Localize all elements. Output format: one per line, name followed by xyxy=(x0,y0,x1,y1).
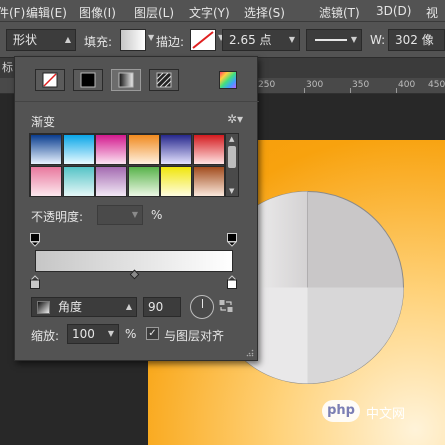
ruler-tick xyxy=(350,88,351,93)
shape-mode-label: 形状 xyxy=(13,33,38,47)
color-picker-icon[interactable] xyxy=(219,71,237,89)
checkmark-icon: ✓ xyxy=(148,328,157,339)
scroll-up-icon[interactable]: ▲ xyxy=(229,135,234,143)
menu-type[interactable]: 文字(Y) xyxy=(189,4,230,21)
gradient-icon xyxy=(118,72,134,88)
stroke-label: 描边: xyxy=(156,35,185,49)
opacity-label: 不透明度: xyxy=(31,210,84,224)
stroke-type-dropdown[interactable]: ▼ xyxy=(306,29,362,51)
no-fill-icon xyxy=(42,72,58,88)
gradient-section-title: 渐变 xyxy=(31,115,56,129)
presets-scrollbar[interactable]: ▲ ▼ xyxy=(225,133,239,197)
opacity-field[interactable]: ▼ xyxy=(97,205,143,225)
angle-value: 90 xyxy=(148,300,164,314)
opacity-stop-left[interactable] xyxy=(30,233,40,247)
stroke-line-icon xyxy=(315,39,347,41)
ruler-tick xyxy=(304,88,305,93)
tab-pattern[interactable] xyxy=(149,69,179,91)
shape-mode-dropdown[interactable]: 形状 ▲ xyxy=(6,29,76,51)
solid-color-icon xyxy=(80,72,96,88)
width-value: 302 像 xyxy=(395,33,434,47)
menu-bar: 件(F) 编辑(E) 图像(I) 图层(L) 文字(Y) 选择(S) 滤镜(T)… xyxy=(0,0,445,22)
chevron-updown-icon: ▲ xyxy=(125,302,132,311)
gradient-preset-swatch[interactable] xyxy=(30,134,62,165)
angle-gradient-icon xyxy=(37,301,50,314)
scale-field[interactable]: 100 ▼ xyxy=(67,324,119,344)
fill-swatch[interactable] xyxy=(120,29,146,51)
width-field[interactable]: 302 像 xyxy=(388,29,445,51)
gradient-preset-swatch[interactable] xyxy=(192,166,225,197)
fill-label: 填充: xyxy=(84,35,113,49)
scale-label: 缩放: xyxy=(31,329,60,343)
gradient-preset-swatch[interactable] xyxy=(95,134,127,165)
chevron-down-icon: ▼ xyxy=(107,329,114,338)
php-logo: php xyxy=(322,400,360,422)
chevron-down-icon: ▼ xyxy=(288,35,295,44)
document-tab[interactable]: 标 xyxy=(0,58,14,78)
scroll-thumb[interactable] xyxy=(228,146,236,168)
gradient-style-label: 角度 xyxy=(58,300,83,314)
menu-file[interactable]: 件(F) xyxy=(0,4,25,21)
stroke-width-value: 2.65 点 xyxy=(229,33,272,47)
chevron-down-icon: ▲ xyxy=(64,35,71,44)
ruler-label: 400 xyxy=(398,80,416,90)
menu-layer[interactable]: 图层(L) xyxy=(134,4,174,21)
gear-icon[interactable]: ✲▾ xyxy=(227,112,243,126)
ruler-label: 350 xyxy=(352,80,370,90)
scale-unit: % xyxy=(125,327,137,341)
menu-edit[interactable]: 编辑(E) xyxy=(26,4,67,21)
gradient-preset-swatch[interactable] xyxy=(62,166,95,197)
pattern-icon xyxy=(156,72,172,88)
gradient-quadrant-lower-right xyxy=(307,287,404,384)
gradient-presets-grid xyxy=(29,133,225,197)
tab-gradient[interactable] xyxy=(111,69,141,91)
no-stroke-icon xyxy=(192,31,214,49)
gradient-fill-panel: 渐变 ✲▾ ▲ ▼ 不透明度: ▼ % 角度 ▲ 90 缩放: 100 ▼ % … xyxy=(14,56,259,361)
angle-needle xyxy=(202,299,203,308)
color-stop-left[interactable] xyxy=(30,275,40,289)
ruler-tick xyxy=(396,88,397,93)
width-label: W: xyxy=(370,33,386,47)
menu-filter[interactable]: 滤镜(T) xyxy=(319,4,360,21)
gradient-style-dropdown[interactable]: 角度 ▲ xyxy=(31,297,137,317)
gradient-preset-swatch[interactable] xyxy=(127,166,160,197)
menu-image[interactable]: 图像(I) xyxy=(79,4,116,21)
reverse-gradient-icon[interactable] xyxy=(219,299,233,313)
color-stop-right[interactable] xyxy=(227,275,237,289)
chevron-down-icon: ▼ xyxy=(350,35,357,44)
angle-input[interactable]: 90 xyxy=(143,297,181,317)
ruler-label: 250 xyxy=(258,80,276,90)
scale-value: 100 xyxy=(72,327,95,341)
fill-dropdown-icon[interactable]: ▼ xyxy=(148,33,154,42)
tab-solid-color[interactable] xyxy=(73,69,103,91)
gradient-preset-swatch[interactable] xyxy=(160,134,192,165)
gradient-preset-swatch[interactable] xyxy=(62,134,95,165)
gradient-preset-swatch[interactable] xyxy=(30,166,62,197)
ruler-label: 450 xyxy=(428,80,445,90)
gradient-preset-swatch[interactable] xyxy=(160,166,192,197)
menu-select[interactable]: 选择(S) xyxy=(244,4,285,21)
align-with-layer-checkbox[interactable]: ✓ xyxy=(146,327,159,340)
gradient-preset-swatch[interactable] xyxy=(95,166,127,197)
tab-no-fill[interactable] xyxy=(35,69,65,91)
resize-grip-icon[interactable] xyxy=(246,349,254,357)
opacity-stop-right[interactable] xyxy=(227,233,237,247)
align-with-layer-label: 与图层对齐 xyxy=(164,329,225,343)
menu-view[interactable]: 视 xyxy=(426,4,438,21)
ruler-label: 300 xyxy=(306,80,324,90)
opacity-unit: % xyxy=(151,208,163,222)
stroke-swatch[interactable] xyxy=(190,29,216,51)
gradient-preset-swatch[interactable] xyxy=(192,134,225,165)
gradient-preset-swatch[interactable] xyxy=(127,134,160,165)
divider xyxy=(15,101,259,102)
chevron-down-icon: ▼ xyxy=(131,210,138,219)
menu-3d[interactable]: 3D(D) xyxy=(376,4,411,18)
stroke-width-field[interactable]: 2.65 点 ▼ xyxy=(222,29,300,51)
angle-dial[interactable] xyxy=(190,295,214,319)
watermark-site-text: 中文网 xyxy=(366,407,406,422)
scroll-down-icon[interactable]: ▼ xyxy=(229,187,234,195)
